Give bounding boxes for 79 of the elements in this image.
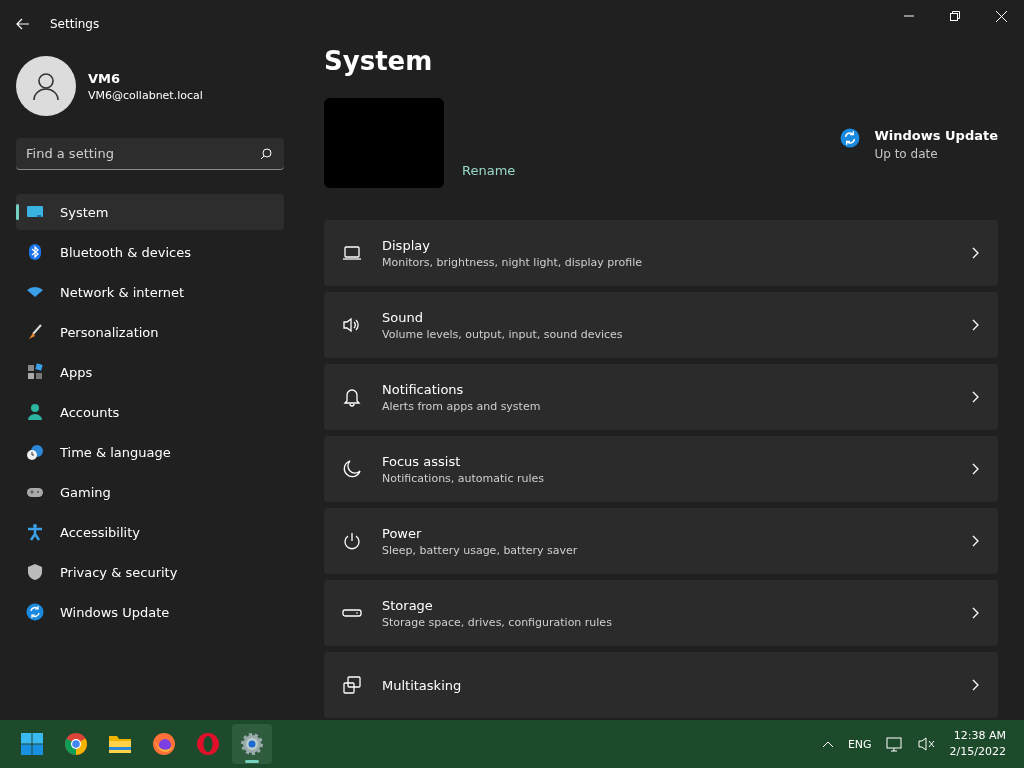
windows-logo-icon [20, 732, 44, 756]
chevron-right-icon [970, 390, 980, 404]
nav-item[interactable]: Time & language [16, 434, 284, 470]
page-title: System [324, 48, 434, 76]
language-indicator[interactable]: ENG [847, 737, 872, 751]
accessibility-icon [26, 523, 44, 541]
card-subtitle: Alerts from apps and system [382, 399, 541, 413]
rename-link[interactable]: Rename [462, 163, 516, 178]
nav-item[interactable]: Privacy & security [16, 554, 284, 590]
taskbar-button[interactable] [232, 724, 272, 764]
chevron-right-icon [970, 534, 980, 548]
nav-item[interactable]: Personalization [16, 314, 284, 350]
moon-icon [342, 459, 362, 479]
opera-icon [196, 732, 220, 756]
apps-icon [26, 363, 44, 381]
chevron-up-icon[interactable] [821, 740, 834, 748]
chevron-right-icon [970, 678, 980, 692]
nav-item[interactable]: System [16, 194, 284, 230]
running-indicator [245, 760, 259, 763]
settings-card[interactable]: Focus assist Notifications, automatic rules [324, 436, 998, 502]
speaker-icon [342, 315, 362, 335]
sync-icon [26, 603, 44, 621]
network-monitor-icon[interactable] [885, 736, 904, 752]
nav-item[interactable]: Network & internet [16, 274, 284, 310]
chevron-right-icon [970, 606, 980, 620]
shield-icon [26, 563, 44, 581]
update-status: Up to date [874, 147, 939, 161]
close-icon [995, 10, 1007, 22]
laptop-icon [342, 243, 362, 263]
power-icon [342, 531, 362, 551]
settings-card[interactable]: Notifications Alerts from apps and system [324, 364, 998, 430]
card-title: Focus assist [382, 453, 462, 469]
account-email: VM6@collabnet.local [88, 88, 203, 102]
nav-item[interactable]: Accounts [16, 394, 284, 430]
settings-card[interactable]: Storage Storage space, drives, configuration rules [324, 580, 998, 646]
window-title: Settings [50, 17, 100, 31]
bluetooth-icon [26, 243, 44, 261]
selection-indicator [16, 204, 19, 220]
person-icon [26, 403, 44, 421]
card-subtitle: Notifications, automatic rules [382, 471, 544, 485]
browser-icon [64, 732, 88, 756]
restore-icon [950, 11, 960, 21]
nav-item[interactable]: Apps [16, 354, 284, 390]
search-icon [260, 148, 272, 160]
settings-card[interactable]: Display Monitors, brightness, night light, display profile [324, 220, 998, 286]
card-title: Multitasking [382, 677, 462, 693]
nav-item[interactable]: Gaming [16, 474, 284, 510]
card-subtitle: Volume levels, output, input, sound devices [382, 327, 623, 341]
fox-globe-icon [152, 732, 176, 756]
update-title: Windows Update [874, 128, 998, 143]
nav-item[interactable]: Accessibility [16, 514, 284, 550]
card-subtitle: Monitors, brightness, night light, display profile [382, 255, 643, 269]
settings-card[interactable]: Power Sleep, battery usage, battery saver [324, 508, 998, 574]
card-subtitle: Storage space, drives, configuration rules [382, 615, 612, 629]
account-name: VM6 [88, 70, 122, 86]
back-arrow-icon[interactable] [16, 18, 30, 30]
person-icon [31, 71, 61, 101]
card-title: Storage [382, 597, 434, 613]
chevron-right-icon [970, 318, 980, 332]
settings-card[interactable]: Multitasking [324, 652, 998, 718]
card-title: Power [382, 525, 423, 541]
chevron-right-icon [970, 462, 980, 476]
brush-icon [26, 323, 44, 341]
card-title: Display [382, 237, 431, 253]
card-title: Sound [382, 309, 424, 325]
nav-item[interactable]: Windows Update [16, 594, 284, 630]
speaker-muted-icon[interactable] [917, 736, 936, 752]
card-title: Notifications [382, 381, 465, 397]
gear-icon [240, 732, 264, 756]
sync-icon [840, 128, 861, 148]
bell-icon [342, 387, 362, 407]
chevron-right-icon [970, 246, 980, 260]
card-subtitle: Sleep, battery usage, battery saver [382, 543, 578, 557]
clock-globe-icon [26, 443, 44, 461]
search-field[interactable]: Find a setting [16, 138, 284, 170]
clock[interactable]: 12:38 AM 2/15/2022 [949, 728, 1012, 760]
windows-stack-icon [342, 675, 362, 695]
settings-card[interactable]: Sound Volume levels, output, input, sound devices [324, 292, 998, 358]
nav-item[interactable]: Bluetooth & devices [16, 234, 284, 270]
